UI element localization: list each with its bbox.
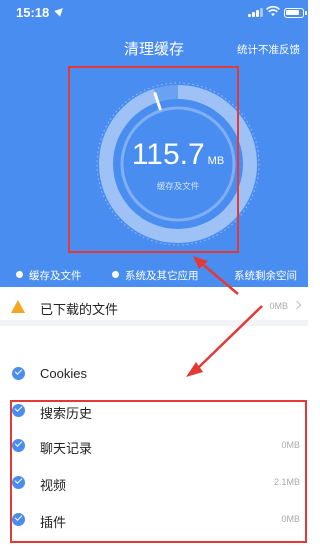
location-arrow-icon — [54, 5, 66, 17]
battery-icon — [284, 8, 307, 18]
wifi-icon — [266, 6, 280, 16]
stat-cache-label: 缓存及文件 — [16, 268, 82, 283]
downloaded-files-label: 已下载的文件 — [40, 302, 119, 317]
status-time: 15:18 — [16, 5, 50, 20]
downloaded-files-size: 0MB — [269, 301, 288, 311]
legend-dot-icon — [16, 271, 23, 278]
chevron-right-icon — [292, 300, 302, 310]
legend-dot-icon — [112, 271, 119, 278]
annotation-box-list — [10, 400, 307, 543]
stat-system-label: 系统及其它应用 — [112, 268, 199, 283]
feedback-link[interactable]: 统计不准反馈 — [237, 42, 300, 57]
warning-icon — [11, 300, 25, 313]
status-bar: 15:18 — [0, 0, 308, 26]
list-item-cookies[interactable]: Cookies — [0, 354, 308, 392]
section-divider — [0, 320, 308, 326]
annotation-box-gauge — [68, 66, 239, 253]
cellular-signal-icon — [248, 8, 263, 17]
list-item-label: Cookies — [40, 366, 87, 381]
checkbox-checked-icon[interactable] — [12, 367, 25, 380]
stat-free-label: 系统剩余空间 — [234, 270, 297, 282]
